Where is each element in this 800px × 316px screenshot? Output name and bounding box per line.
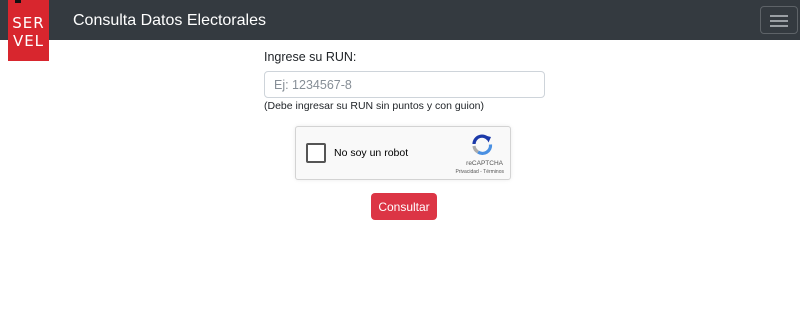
servel-logo[interactable]: SER VEL <box>8 0 49 61</box>
captcha-brand: reCAPTCHA <box>466 160 503 167</box>
captcha-checkbox[interactable] <box>306 143 326 163</box>
captcha-privacy-link[interactable]: Privacidad <box>455 169 478 175</box>
captcha-label: No soy un robot <box>334 147 409 159</box>
recaptcha-icon <box>472 134 493 156</box>
captcha-terms-link[interactable]: Términos <box>483 169 504 175</box>
run-label: Ingrese su RUN: <box>264 50 357 64</box>
recaptcha-widget: No soy un robot reCAPTCHA Privacidad - T… <box>295 126 511 180</box>
run-help-text: (Debe ingresar su RUN sin puntos y con g… <box>264 100 485 112</box>
logo-text-top: SER <box>12 14 45 32</box>
navbar-brand[interactable]: Consulta Datos Electorales <box>73 11 266 31</box>
logo-text-bottom: VEL <box>12 32 45 50</box>
run-input[interactable] <box>264 71 545 98</box>
consultar-button[interactable]: Consultar <box>371 193 437 220</box>
captcha-links: Privacidad - Términos <box>436 169 504 175</box>
navbar: Consulta Datos Electorales <box>0 0 800 40</box>
navbar-toggler-button[interactable] <box>760 6 798 34</box>
